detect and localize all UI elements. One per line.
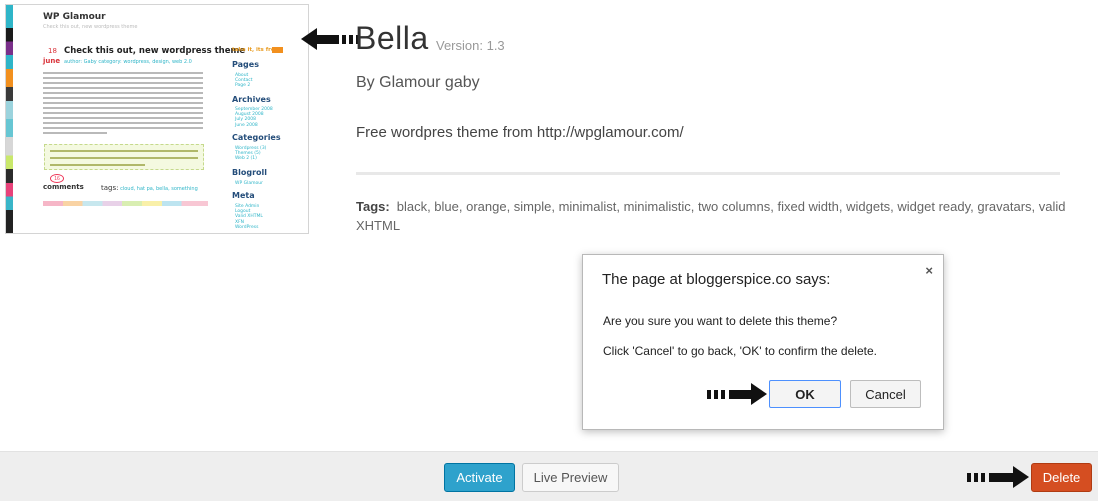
live-preview-button[interactable]: Live Preview [522,463,619,492]
thumb-comments-label: comments [43,183,84,191]
thumb-post-title: Check this out, new wordpress theme [64,46,246,56]
thumb-sidebar-links: Site Admin Logout Valid XHTML XFN WordPress [235,204,263,230]
rss-icon [272,47,283,53]
ok-button[interactable]: OK [769,380,841,408]
tags-label: Tags: [356,199,390,214]
tags-list: black, blue, orange, simple, minimalist,… [356,199,1066,233]
dialog-message: Are you sure you want to delete this the… [603,314,838,328]
thumb-sidebar-links: September 2008 August 2008 July 2008 June 2… [235,107,273,128]
color-stripe [6,5,13,233]
theme-author: By Glamour gaby [356,74,480,91]
thumb-comment-count: 16 [50,174,64,183]
theme-description: Free wordpres theme from http://wpglamou… [356,124,684,141]
theme-tags: Tags: black, blue, orange, simple, minima… [356,197,1066,235]
annotation-arrow-right-icon [707,383,767,405]
thumb-color-bar [43,201,208,206]
thumb-sidebar-links: Wordpress (3) Themes (5) Web 2 (1) [235,146,267,162]
thumb-post-meta: author: Gaby category: wordpress, design… [64,59,192,65]
annotation-arrow-right-icon [967,466,1029,488]
close-icon[interactable]: × [925,263,933,278]
thumb-tags: tags: cloud, hat pa, bella, something [101,184,198,192]
annotation-arrow-left-icon [301,28,362,50]
theme-screenshot: WP Glamour Check this out, new wordpress… [5,4,309,234]
thumb-post-month: june [43,57,61,65]
thumb-sidebar-links: About Contact Page 2 [235,73,253,89]
cancel-button[interactable]: Cancel [850,380,921,408]
thumb-blockquote [44,144,204,170]
thumb-sidebar-heading: Categories [232,133,281,142]
theme-name: Bella [355,20,429,56]
dialog-instructions: Click 'Cancel' to go back, 'OK' to confi… [603,344,877,358]
thumb-sidebar-heading: Meta [232,191,255,200]
thumb-body-text [43,72,203,137]
dialog-title: The page at bloggerspice.co says: [602,271,831,288]
thumb-sidebar-heading: Blogroll [232,168,267,177]
divider [356,172,1060,175]
thumb-post-day: 18 [48,47,57,55]
activate-button[interactable]: Activate [444,463,515,492]
delete-button[interactable]: Delete [1031,463,1092,492]
theme-actions-bar: Activate Live Preview Delete [0,451,1098,501]
thumb-sidebar-links: WP Glamour [235,181,263,186]
thumb-blog-title: WP Glamour [43,12,106,22]
thumb-blog-tagline: Check this out, new wordpress theme [43,24,138,30]
thumb-sidebar-heading: Pages [232,60,259,69]
thumb-sidebar-heading: Archives [232,95,271,104]
theme-version: Version: 1.3 [436,38,505,53]
